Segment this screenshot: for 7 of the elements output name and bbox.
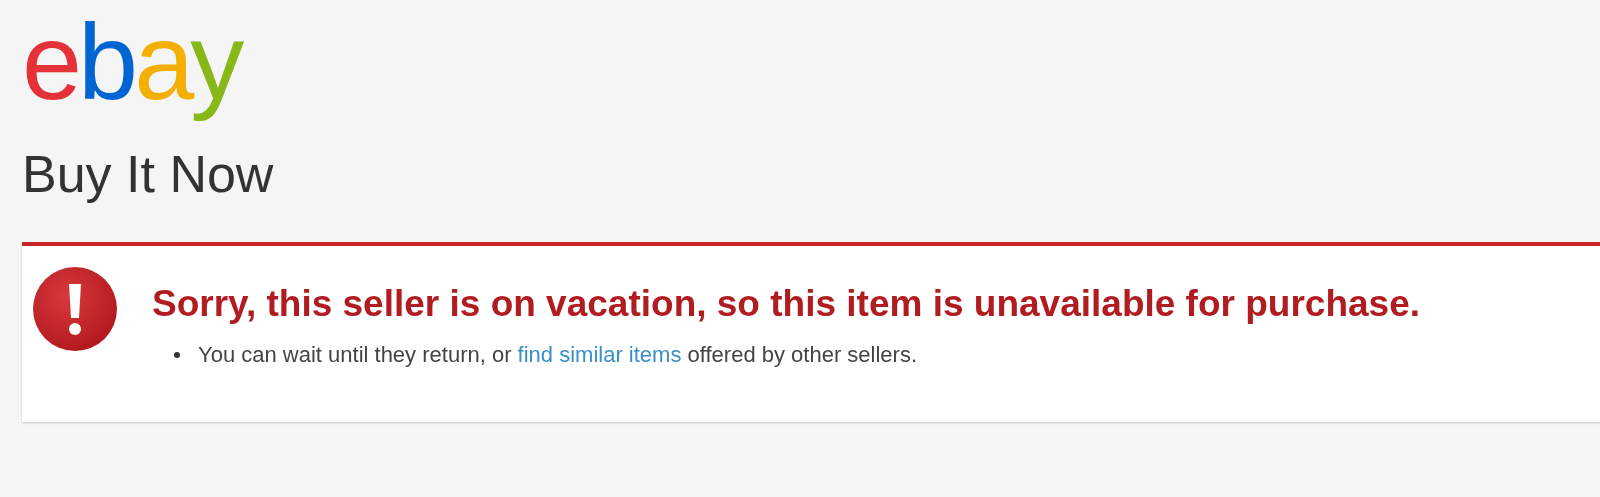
find-similar-link[interactable]: find similar items	[517, 342, 682, 367]
ebay-logo[interactable]: ebay	[22, 0, 251, 124]
page-title: Buy It Now	[22, 146, 274, 202]
error-icon	[32, 266, 118, 352]
alert-title: Sorry, this seller is on vacation, so this item is unavailable for purchase.	[152, 282, 1420, 326]
alert-message: You can wait until they return, or find similar items offered by other sellers.	[198, 342, 917, 368]
bullet-icon	[174, 352, 180, 358]
